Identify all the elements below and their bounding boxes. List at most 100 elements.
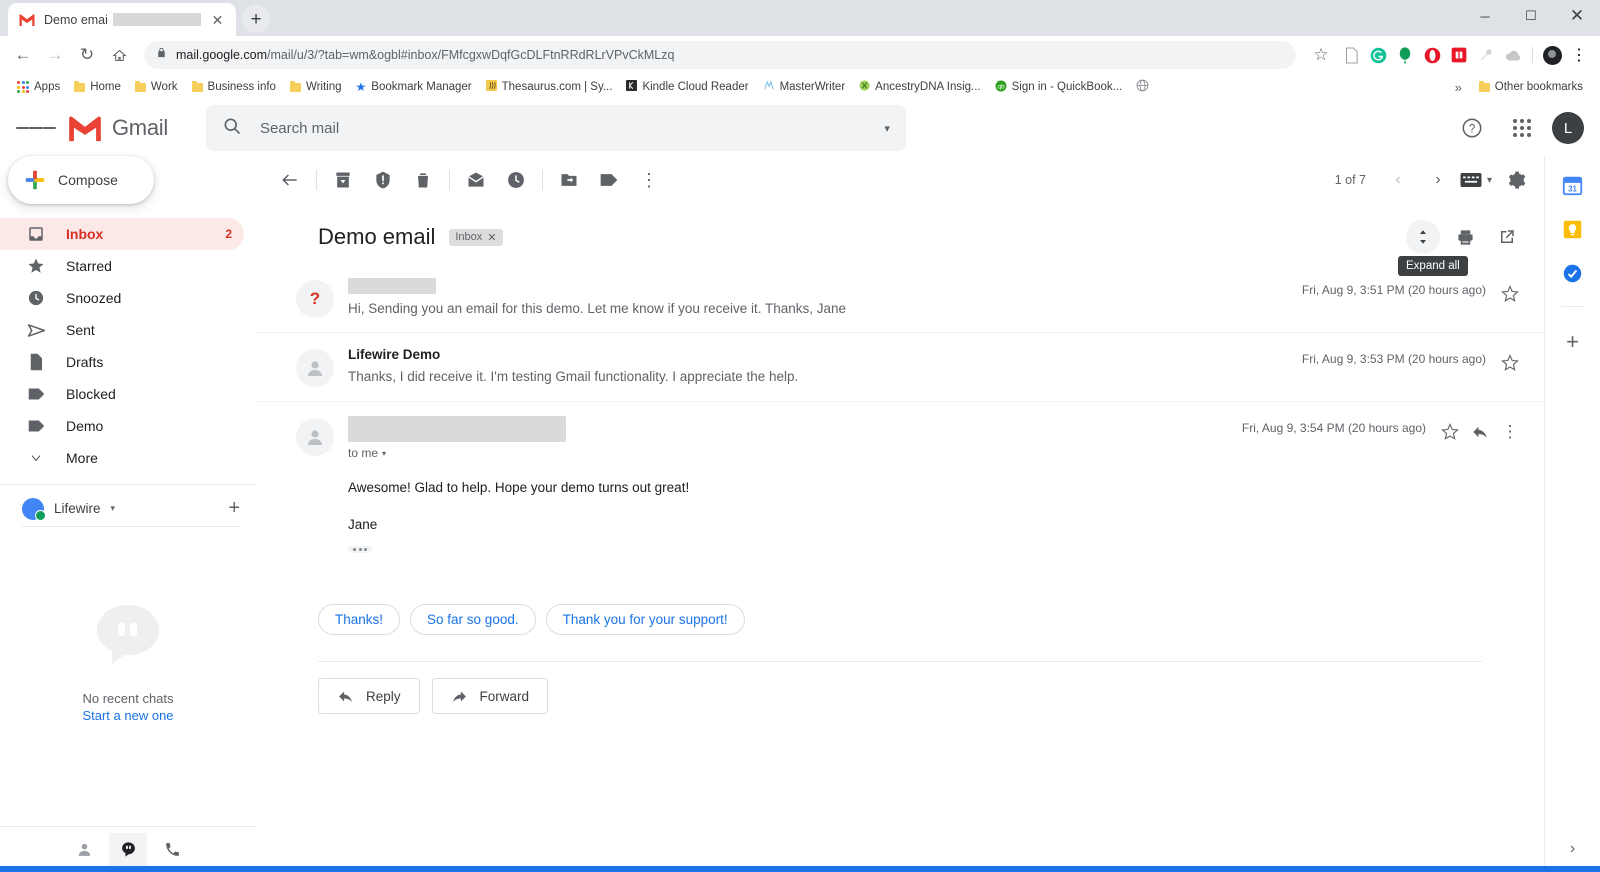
window-minimize-button[interactable]: ─ — [1462, 0, 1508, 32]
bookmark-kindle-cloud-reader[interactable]: Kindle Cloud Reader — [619, 77, 755, 97]
sidebar-item-inbox[interactable]: Inbox 2 — [0, 218, 244, 250]
sidebar-item-starred[interactable]: Starred — [0, 250, 244, 282]
google-apps-icon[interactable] — [1502, 108, 1542, 148]
star-icon[interactable] — [1496, 349, 1524, 377]
phone-icon[interactable] — [153, 833, 191, 867]
input-tools-caret-icon[interactable]: ▾ — [1487, 175, 1492, 186]
grammarly-icon[interactable] — [1365, 42, 1391, 68]
back-to-inbox-icon[interactable] — [270, 160, 310, 200]
smart-reply-chip[interactable]: Thank you for your support! — [545, 604, 745, 635]
next-thread-icon[interactable]: › — [1420, 162, 1456, 198]
previous-thread-icon[interactable]: ‹ — [1380, 162, 1416, 198]
add-app-button[interactable]: + — [1566, 329, 1579, 355]
other-bookmarks-folder[interactable]: Other bookmarks — [1472, 78, 1590, 96]
forward-icon[interactable]: → — [40, 40, 70, 70]
reload-icon[interactable]: ↻ — [72, 40, 102, 70]
opera-icon[interactable] — [1419, 42, 1445, 68]
open-in-new-window-icon[interactable] — [1490, 220, 1524, 254]
bookmark-quickbooks[interactable]: qb Sign in - QuickBook... — [988, 77, 1130, 98]
recipient-line[interactable]: to me ▾ — [348, 446, 1242, 460]
bookmark-apps[interactable]: Apps — [10, 78, 67, 96]
remove-label-icon[interactable]: ✕ — [487, 231, 496, 244]
report-spam-icon[interactable] — [363, 160, 403, 200]
sidebar-item-demo[interactable]: Demo — [0, 410, 244, 442]
bookmark-thesaurus[interactable]: Thesaurus.com | Sy... — [479, 77, 620, 97]
search-input-placeholder[interactable]: Search mail — [260, 120, 866, 137]
help-icon[interactable]: ? — [1452, 108, 1492, 148]
document-icon[interactable] — [1338, 42, 1364, 68]
bookmark-ancestrydna[interactable]: AncestryDNA Insig... — [852, 77, 987, 97]
hangouts-account-row[interactable]: Lifewire ▾ + — [0, 493, 256, 524]
thread-label-chip[interactable]: Inbox ✕ — [449, 228, 503, 246]
forward-button[interactable]: Forward — [431, 678, 549, 714]
new-tab-button[interactable]: + — [242, 5, 270, 33]
expand-all-icon[interactable]: Expand all — [1398, 220, 1468, 276]
profile-avatar-icon[interactable] — [1539, 42, 1565, 68]
back-icon[interactable]: ← — [8, 40, 38, 70]
address-bar[interactable]: mail.google.com/mail/u/3/?tab=wm&ogbl#in… — [144, 41, 1296, 69]
browser-tab[interactable]: Demo email ✕ — [8, 3, 236, 36]
settings-gear-icon[interactable] — [1496, 160, 1536, 200]
account-avatar[interactable]: L — [1552, 112, 1584, 144]
sidebar-item-snoozed[interactable]: Snoozed — [0, 282, 244, 314]
bookmark-masterwriter[interactable]: MasterWriter — [756, 77, 853, 97]
sidebar-item-blocked[interactable]: Blocked — [0, 378, 244, 410]
balloon-icon[interactable] — [1392, 42, 1418, 68]
masterwriter-icon — [763, 80, 775, 94]
show-trimmed-content-icon[interactable] — [348, 546, 372, 553]
sidebar-item-more[interactable]: More — [0, 442, 244, 474]
message-more-options-icon[interactable]: ⋮ — [1496, 418, 1524, 446]
bookmark-globe[interactable] — [1129, 76, 1161, 98]
hangouts-icon[interactable] — [109, 832, 147, 867]
start-new-chat-link[interactable]: Start a new one — [0, 708, 256, 723]
tab-close-icon[interactable]: ✕ — [209, 11, 226, 29]
smart-reply-chip[interactable]: So far so good. — [410, 604, 536, 635]
message-row[interactable]: ? Hi, Sending you an email for this demo… — [256, 264, 1544, 332]
contacts-icon[interactable] — [65, 833, 103, 867]
mark-as-unread-icon[interactable] — [456, 160, 496, 200]
smart-reply-chip[interactable]: Thanks! — [318, 604, 401, 635]
move-to-icon[interactable] — [549, 160, 589, 200]
input-tools-icon[interactable]: ▾ — [1460, 160, 1492, 200]
expand-side-panel-icon[interactable]: › — [1570, 840, 1575, 858]
sidebar-item-drafts[interactable]: Drafts — [0, 346, 244, 378]
bookmark-work[interactable]: Work — [128, 78, 185, 96]
bookmark-star-icon[interactable]: ☆ — [1306, 40, 1336, 70]
reply-button[interactable]: Reply — [318, 678, 420, 714]
sidebar-item-sent[interactable]: Sent — [0, 314, 244, 346]
calendar-icon[interactable]: 31 — [1562, 174, 1584, 196]
compose-button[interactable]: Compose — [8, 156, 154, 204]
more-options-icon[interactable]: ⋮ — [629, 160, 669, 200]
snooze-icon[interactable] — [496, 160, 536, 200]
red-square-icon[interactable] — [1446, 42, 1472, 68]
reply-icon[interactable] — [1466, 418, 1494, 446]
archive-icon[interactable] — [323, 160, 363, 200]
thesaurus-icon — [485, 80, 497, 94]
cloud-icon[interactable] — [1500, 42, 1526, 68]
chevron-down-icon[interactable]: ▾ — [111, 503, 116, 514]
main-menu-icon[interactable] — [16, 108, 56, 148]
search-options-caret-icon[interactable]: ▾ — [884, 122, 890, 135]
gmail-logo[interactable]: Gmail — [66, 114, 168, 143]
message-row[interactable]: Lifewire Demo Thanks, I did receive it. … — [256, 332, 1544, 401]
tasks-icon[interactable] — [1562, 262, 1584, 284]
search-mail-box[interactable]: Search mail ▾ — [205, 105, 906, 151]
bookmarks-overflow-icon[interactable]: » — [1449, 80, 1468, 95]
star-icon[interactable] — [1436, 418, 1464, 446]
print-icon[interactable] — [1448, 220, 1482, 254]
delete-icon[interactable] — [403, 160, 443, 200]
bookmark-business-info[interactable]: Business info — [185, 78, 283, 96]
new-conversation-button[interactable]: + — [228, 497, 240, 520]
wrench-icon[interactable] — [1473, 42, 1499, 68]
window-close-button[interactable]: ✕ — [1554, 0, 1600, 32]
star-icon[interactable] — [1496, 280, 1524, 308]
chrome-menu-icon[interactable]: ⋮ — [1566, 42, 1592, 68]
bookmark-bookmark-manager[interactable]: ★ Bookmark Manager — [349, 78, 479, 96]
bookmark-home[interactable]: Home — [67, 78, 128, 96]
bookmark-writing[interactable]: Writing — [283, 78, 349, 96]
keep-icon[interactable] — [1562, 218, 1584, 240]
window-maximize-button[interactable]: ☐ — [1508, 0, 1554, 32]
chevron-down-icon[interactable]: ▾ — [382, 449, 386, 458]
labels-icon[interactable] — [589, 160, 629, 200]
home-icon[interactable] — [104, 40, 134, 70]
